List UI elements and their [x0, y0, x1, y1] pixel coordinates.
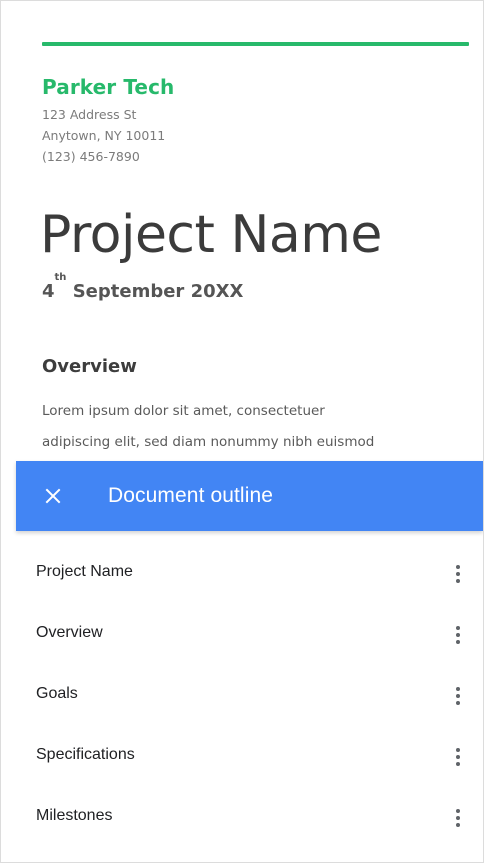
item-more-button[interactable] [448, 802, 468, 832]
overview-text-line: Lorem ipsum dolor sit amet, consectetuer [42, 403, 325, 419]
address-line-street: 123 Address St [42, 107, 137, 122]
close-icon [45, 488, 61, 504]
item-more-button[interactable] [448, 558, 468, 588]
outline-item-goals[interactable]: Goals [16, 665, 483, 726]
item-more-button[interactable] [448, 619, 468, 649]
date-rest: September 20XX [66, 281, 244, 302]
date-suffix: th [54, 272, 67, 283]
address-line-city: Anytown, NY 10011 [42, 128, 166, 143]
outline-item-specifications[interactable]: Specifications [16, 726, 483, 787]
outline-list: Project Name Overview Goals Specificatio… [16, 543, 483, 853]
outline-item-project-name[interactable]: Project Name [16, 543, 483, 604]
outline-item-milestones[interactable]: Milestones [16, 787, 483, 848]
outline-item-label: Milestones [36, 807, 113, 824]
close-outline-button[interactable] [38, 481, 68, 511]
outline-item-overview[interactable]: Overview [16, 604, 483, 665]
date-day: 4 [42, 281, 55, 302]
item-more-button[interactable] [448, 680, 468, 710]
accent-rule [42, 42, 469, 46]
overview-heading: Overview [42, 356, 137, 377]
item-more-button[interactable] [448, 741, 468, 771]
project-date: 4th September 20XX [42, 273, 244, 303]
address-line-phone: (123) 456-7890 [42, 149, 140, 164]
outline-item-label: Goals [36, 685, 78, 702]
overview-text-line: adipiscing elit, sed diam nonummy nibh e… [42, 434, 375, 450]
outline-header: Document outline [16, 461, 483, 531]
project-title: Project Name [40, 205, 382, 265]
outline-item-label: Specifications [36, 746, 135, 763]
company-name: Parker Tech [42, 75, 175, 99]
outline-item-label: Project Name [36, 563, 133, 580]
outline-item-label: Overview [36, 624, 103, 641]
outline-title: Document outline [108, 484, 274, 507]
app-frame: Parker Tech 123 Address St Anytown, NY 1… [0, 0, 484, 863]
document-preview: Parker Tech 123 Address St Anytown, NY 1… [1, 1, 483, 461]
